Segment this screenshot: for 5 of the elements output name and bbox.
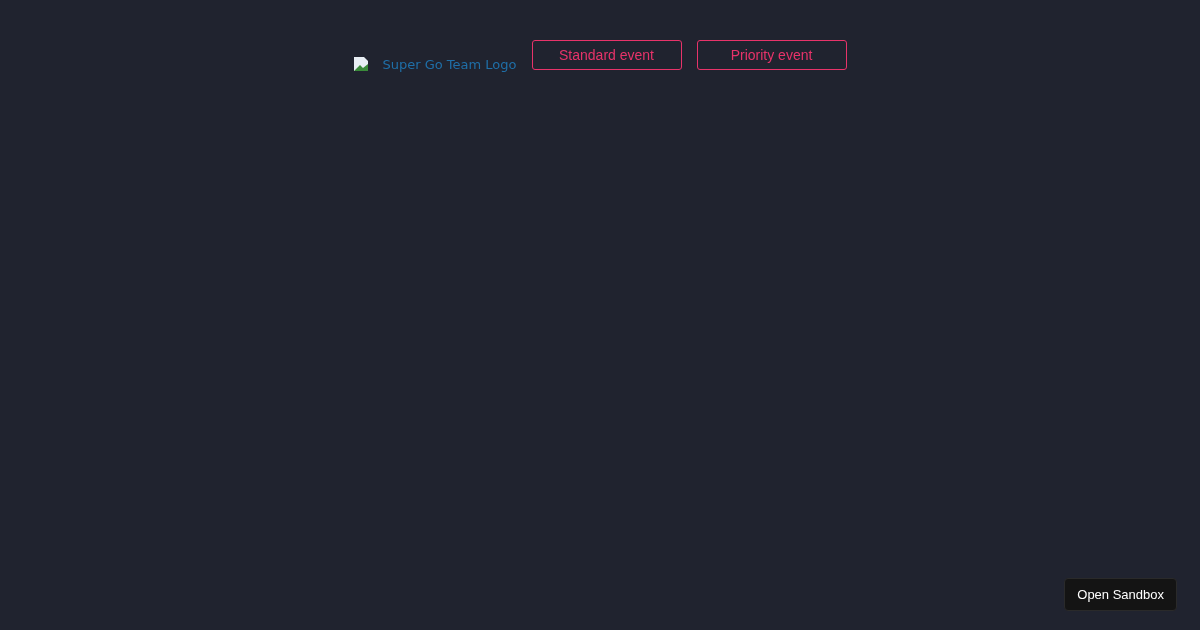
broken-image-icon bbox=[353, 56, 370, 72]
logo-alt-text: Super Go Team Logo bbox=[382, 56, 517, 72]
event-button[interactable]: Standard event bbox=[531, 40, 682, 70]
open-sandbox-button[interactable]: Open Sandbox bbox=[1064, 578, 1177, 611]
event-button[interactable]: Priority event bbox=[696, 40, 847, 70]
